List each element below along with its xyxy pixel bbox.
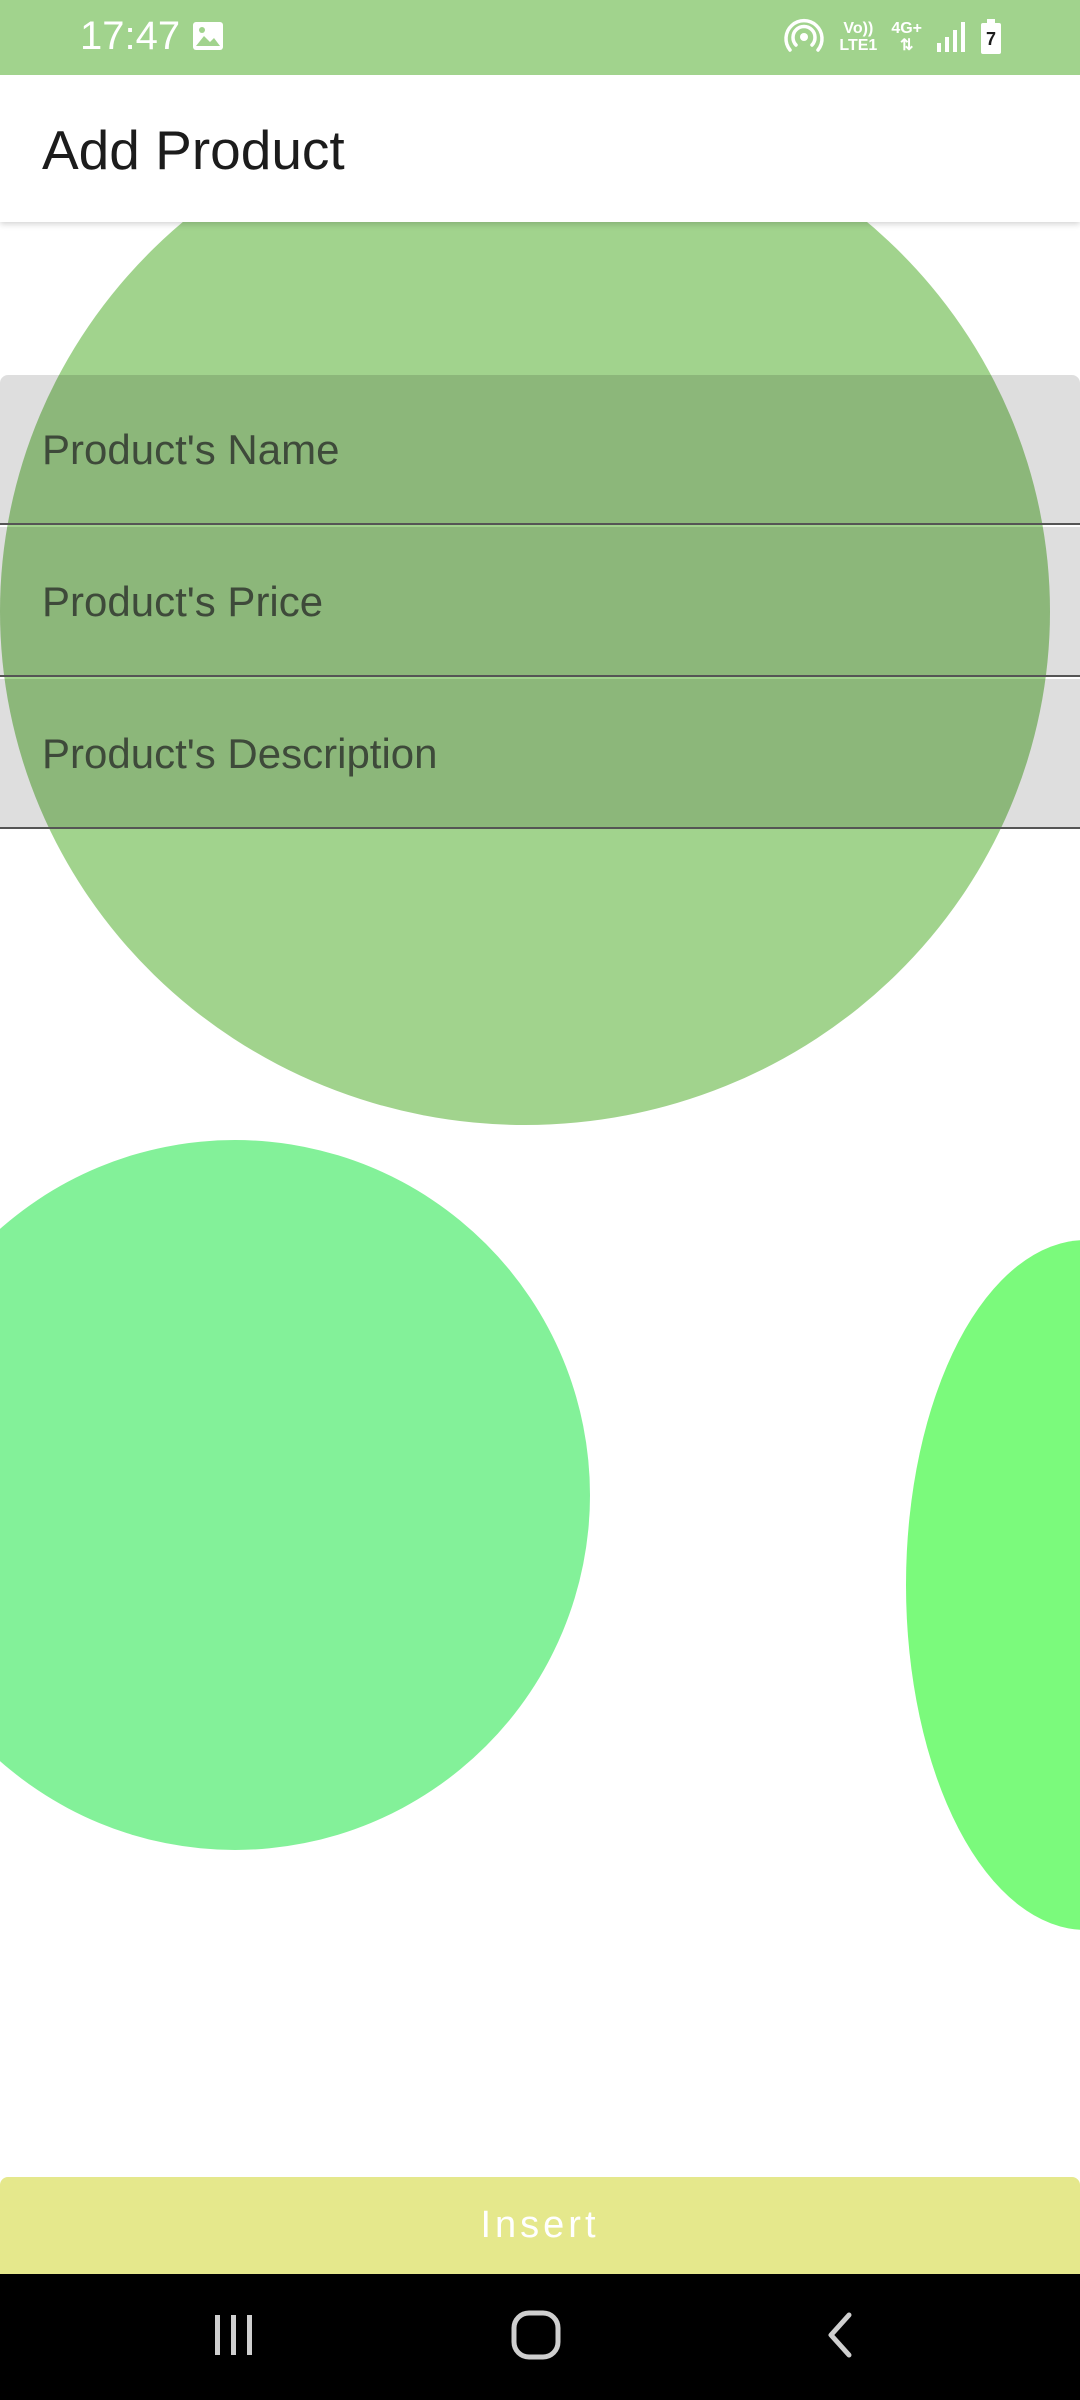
network-type-label: 4G+	[891, 20, 922, 37]
app-bar: Add Product	[0, 75, 1080, 222]
back-icon	[823, 2311, 857, 2364]
product-description-field[interactable]: Product's Description	[0, 679, 1080, 829]
network-lte-label: LTE1	[839, 37, 878, 54]
insert-button[interactable]: Insert	[0, 2177, 1080, 2274]
product-name-field[interactable]: Product's Name	[0, 375, 1080, 525]
navigation-bar	[0, 2274, 1080, 2400]
network-type-indicator: 4G+ ⇅	[891, 20, 922, 54]
recent-apps-icon	[211, 2313, 257, 2362]
product-price-placeholder: Product's Price	[42, 578, 324, 625]
status-bar: 17:47 Vo)) LTE1 4G+ ⇅ 7	[0, 0, 1080, 75]
product-price-field[interactable]: Product's Price	[0, 527, 1080, 677]
home-button[interactable]	[436, 2274, 636, 2400]
insert-button-label: Insert	[480, 2204, 600, 2246]
product-description-placeholder: Product's Description	[42, 730, 438, 777]
home-icon	[510, 2309, 562, 2366]
hotspot-icon	[783, 17, 825, 57]
page-title: Add Product	[42, 119, 345, 181]
network-volte-indicator: Vo)) LTE1	[839, 20, 877, 54]
recent-apps-button[interactable]	[134, 2274, 334, 2400]
product-name-placeholder: Product's Name	[42, 426, 340, 473]
back-button[interactable]	[740, 2274, 940, 2400]
battery-icon: 7	[980, 19, 1002, 55]
decor-circle-right	[906, 1240, 1080, 1930]
signal-icon	[936, 21, 966, 53]
status-time: 17:47	[80, 14, 181, 58]
screen: 17:47 Vo)) LTE1 4G+ ⇅ 7 Add Product Prod…	[0, 0, 1080, 2400]
battery-level-label: 7	[985, 29, 996, 49]
image-icon	[192, 21, 224, 51]
data-arrows-icon: ⇅	[899, 37, 914, 54]
decor-circle-left	[0, 1140, 590, 1850]
status-icons: Vo)) LTE1 4G+ ⇅ 7	[783, 14, 1002, 60]
network-volte-label: Vo))	[843, 20, 874, 37]
